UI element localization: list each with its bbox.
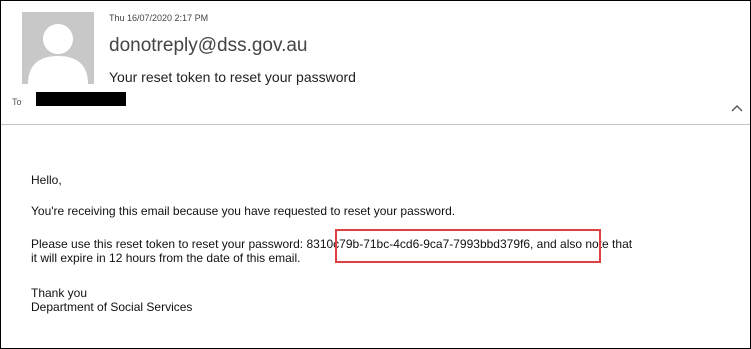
recipient-redacted — [36, 92, 126, 106]
signature-text: Department of Social Services — [31, 300, 193, 314]
thanks-text: Thank you — [31, 286, 88, 300]
person-silhouette-icon — [22, 12, 94, 84]
sender-address[interactable]: donotreply@dss.gov.au — [109, 35, 308, 57]
receiving-text: You're receiving this email because you … — [31, 204, 456, 218]
chevron-up-icon[interactable] — [730, 101, 744, 113]
email-reading-pane: Thu 16/07/2020 2:17 PM donotreply@dss.go… — [0, 0, 751, 349]
token-instruction-prefix: Please use this reset token to reset you… — [31, 237, 304, 251]
email-header: Thu 16/07/2020 2:17 PM donotreply@dss.go… — [1, 1, 750, 121]
to-label: To — [12, 97, 22, 107]
header-divider — [1, 124, 750, 125]
email-subject: Your reset token to reset your password — [109, 69, 356, 85]
sender-avatar[interactable] — [22, 12, 94, 84]
email-timestamp: Thu 16/07/2020 2:17 PM — [109, 13, 209, 23]
greeting-text: Hello, — [31, 173, 62, 187]
token-expiry-text: it will expire in 12 hours from the date… — [31, 251, 301, 265]
token-highlight-box — [335, 229, 601, 263]
